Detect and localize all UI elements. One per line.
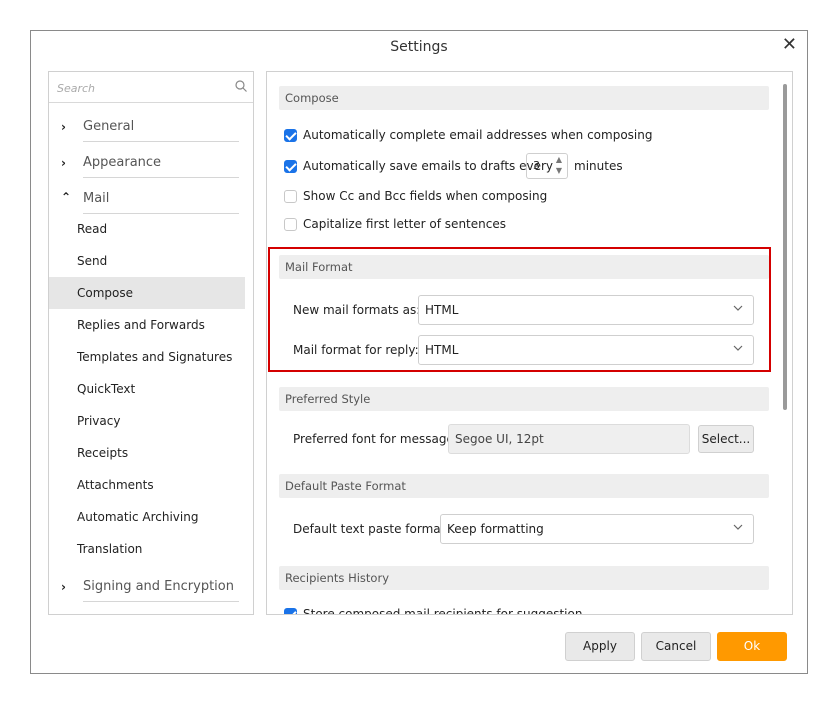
draft-interval-stepper[interactable]: 3 ▲ ▼ <box>526 153 568 179</box>
chevron-up-icon[interactable]: ▲ <box>553 155 565 166</box>
ok-button[interactable]: Ok <box>717 632 787 661</box>
section-title: Default Paste Format <box>285 479 406 493</box>
category-label: Mail <box>83 191 110 206</box>
draft-interval-value: 3 <box>533 159 540 172</box>
preferred-font-label: Preferred font for messages: <box>293 432 465 446</box>
selected-value: Keep formatting <box>447 522 544 536</box>
vertical-scrollbar[interactable] <box>783 84 787 410</box>
sidebar-item-translation[interactable]: Translation <box>49 533 245 565</box>
new-mail-format-select[interactable]: HTML <box>418 295 754 325</box>
sidebar-item-privacy[interactable]: Privacy <box>49 405 245 437</box>
category-label: General <box>83 119 135 134</box>
sidebar-item-label: Privacy <box>77 414 121 428</box>
option-label: Capitalize first letter of sentences <box>303 217 506 231</box>
settings-content: Compose Automatically complete email add… <box>266 71 793 615</box>
option-label: Store composed mail recipients for sugge… <box>303 607 583 615</box>
option-label: Show Cc and Bcc fields when composing <box>303 189 548 203</box>
settings-sidebar: › General › Appearance ⌃ Mail Read Send … <box>48 71 254 615</box>
sidebar-item-templates-and-signatures[interactable]: Templates and Signatures <box>49 341 245 373</box>
close-icon[interactable]: ✕ <box>782 35 797 55</box>
apply-button[interactable]: Apply <box>565 632 635 661</box>
chevron-down-icon[interactable]: ▼ <box>553 166 565 177</box>
draft-interval-unit: minutes <box>574 159 623 173</box>
reply-format-label: Mail format for reply: <box>293 343 419 357</box>
sidebar-item-label: Attachments <box>77 478 154 492</box>
search-input[interactable] <box>55 78 229 98</box>
preferred-font-field: Segoe UI, 12pt <box>448 424 690 454</box>
option-label: Automatically save emails to drafts ever… <box>303 159 553 173</box>
sidebar-item-label: Receipts <box>77 446 129 460</box>
dialog-title: Settings <box>390 39 448 55</box>
section-title: Preferred Style <box>285 392 371 406</box>
reply-format-select[interactable]: HTML <box>418 335 754 365</box>
section-header-recipients-history: Recipients History <box>279 566 769 590</box>
sidebar-category-general[interactable]: › General <box>49 114 253 142</box>
chevron-up-icon: ⌃ <box>61 190 72 204</box>
cancel-button[interactable]: Cancel <box>641 632 711 661</box>
sidebar-item-label: Send <box>77 254 108 268</box>
sidebar-item-send[interactable]: Send <box>49 245 245 277</box>
paste-format-label: Default text paste format: <box>293 522 450 536</box>
sidebar-category-signing-and-encryption[interactable]: › Signing and Encryption <box>49 574 253 602</box>
sidebar-item-label: Compose <box>77 286 134 300</box>
paste-format-select[interactable]: Keep formatting <box>440 514 754 544</box>
sidebar-item-label: QuickText <box>77 382 136 396</box>
section-title: Compose <box>285 91 339 105</box>
sidebar-search <box>49 72 253 103</box>
sidebar-item-label: Replies and Forwards <box>77 318 205 332</box>
category-label: Appearance <box>83 155 162 170</box>
search-icon[interactable] <box>235 80 247 92</box>
divider <box>83 601 239 602</box>
option-label: Automatically complete email addresses w… <box>303 128 653 142</box>
section-header-paste-format: Default Paste Format <box>279 474 769 498</box>
section-title: Recipients History <box>285 571 389 585</box>
autosave-checkbox[interactable] <box>284 160 297 173</box>
sidebar-item-automatic-archiving[interactable]: Automatic Archiving <box>49 501 245 533</box>
sidebar-item-label: Automatic Archiving <box>77 510 199 524</box>
divider <box>83 177 239 178</box>
sidebar-item-replies-and-forwards[interactable]: Replies and Forwards <box>49 309 245 341</box>
sidebar-category-appearance[interactable]: › Appearance <box>49 150 253 178</box>
settings-dialog: Settings ✕ › General › Appearance ⌃ Mail… <box>30 30 808 674</box>
store-recipients-checkbox[interactable] <box>284 608 297 614</box>
show-cc-bcc-checkbox[interactable] <box>284 190 297 203</box>
select-font-button[interactable]: Select... <box>698 425 754 453</box>
chevron-down-icon <box>733 345 743 351</box>
divider <box>83 141 239 142</box>
selected-value: HTML <box>425 303 459 317</box>
section-header-mail-format: Mail Format <box>279 255 769 279</box>
chevron-down-icon <box>733 524 743 530</box>
category-label: Signing and Encryption <box>83 579 234 594</box>
chevron-right-icon: › <box>61 120 66 134</box>
sidebar-item-read[interactable]: Read <box>49 213 245 245</box>
capitalize-checkbox[interactable] <box>284 218 297 231</box>
section-title: Mail Format <box>285 260 353 274</box>
chevron-right-icon: › <box>61 580 66 594</box>
sidebar-category-mail[interactable]: ⌃ Mail <box>49 186 253 214</box>
font-value: Segoe UI, 12pt <box>455 432 544 446</box>
sidebar-item-receipts[interactable]: Receipts <box>49 437 245 469</box>
chevron-down-icon <box>733 305 743 311</box>
section-header-compose: Compose <box>279 86 769 110</box>
sidebar-item-label: Read <box>77 222 108 236</box>
sidebar-item-label: Templates and Signatures <box>77 350 233 364</box>
sidebar-item-label: Translation <box>77 542 143 556</box>
sidebar-item-quicktext[interactable]: QuickText <box>49 373 245 405</box>
autocomplete-checkbox[interactable] <box>284 129 297 142</box>
new-mail-format-label: New mail formats as: <box>293 303 421 317</box>
chevron-right-icon: › <box>61 156 66 170</box>
sidebar-item-attachments[interactable]: Attachments <box>49 469 245 501</box>
selected-value: HTML <box>425 343 459 357</box>
section-header-preferred-style: Preferred Style <box>279 387 769 411</box>
sidebar-item-compose[interactable]: Compose <box>49 277 245 309</box>
